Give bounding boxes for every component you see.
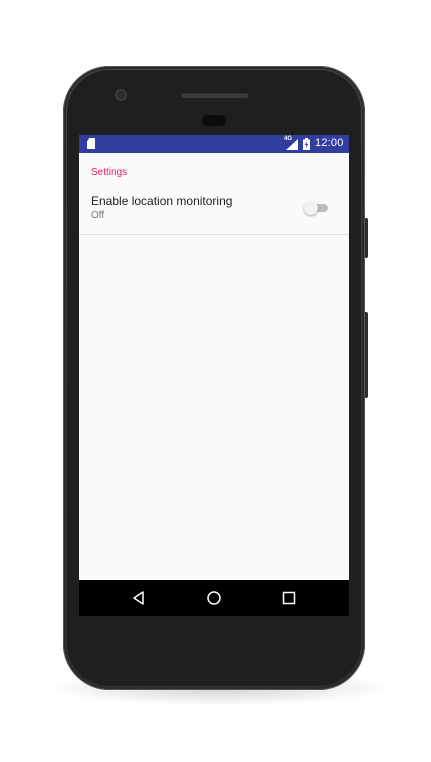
signal-icon — [286, 139, 298, 150]
navigation-bar — [79, 580, 349, 616]
preference-title: Enable location monitoring — [91, 194, 233, 208]
settings-category-title: Settings — [91, 167, 128, 178]
status-bar: 4G 12:00 — [79, 135, 349, 153]
home-icon[interactable] — [206, 590, 222, 606]
switch-thumb — [304, 201, 318, 215]
sd-card-icon — [87, 138, 95, 149]
front-camera — [115, 89, 127, 101]
earpiece-speaker — [181, 92, 249, 98]
page: 4G 12:00 Settings Enable location monito… — [0, 0, 431, 762]
battery-icon — [303, 138, 310, 150]
screen: 4G 12:00 Settings Enable location monito… — [79, 135, 349, 616]
location-monitoring-switch[interactable] — [304, 201, 330, 215]
location-monitoring-preference[interactable]: Enable location monitoring Off — [79, 187, 349, 235]
recents-icon[interactable] — [281, 590, 297, 606]
status-clock: 12:00 — [315, 137, 344, 149]
proximity-sensor — [202, 115, 226, 126]
back-icon[interactable] — [131, 590, 147, 606]
preference-summary: Off — [91, 210, 105, 221]
